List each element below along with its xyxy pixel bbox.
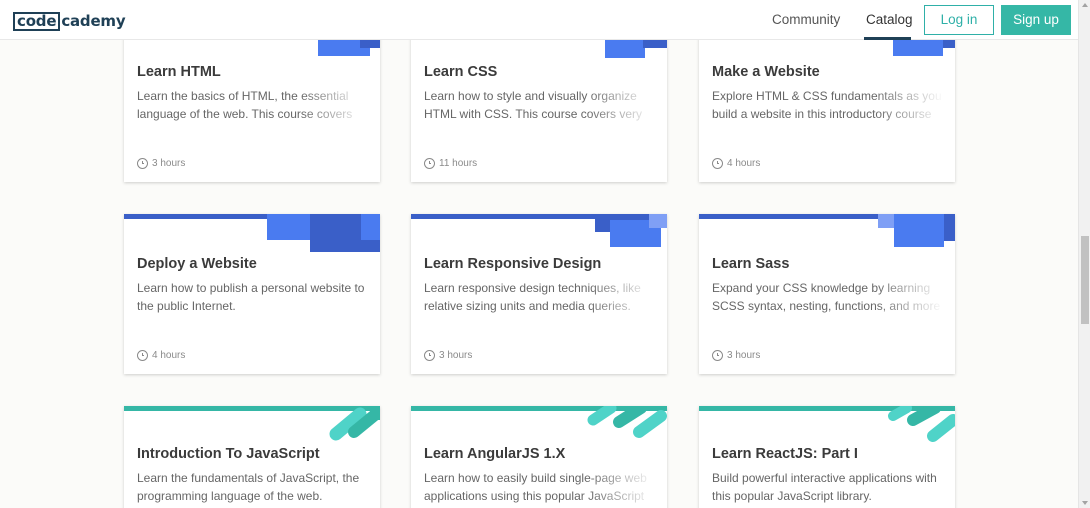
logo-rest-text: cademy <box>61 12 126 30</box>
logo-boxed-text: code <box>13 11 61 31</box>
course-card-learn-angularjs[interactable]: Learn AngularJS 1.X Learn how to easily … <box>411 406 667 508</box>
card-title: Make a Website <box>712 64 820 80</box>
card-header-graphic <box>124 214 380 252</box>
catalog-active-indicator <box>864 37 911 40</box>
nav-community-link[interactable]: Community <box>772 12 840 27</box>
card-title: Introduction To JavaScript <box>137 446 320 462</box>
card-header-graphic <box>411 214 667 247</box>
login-button[interactable]: Log in <box>924 5 994 35</box>
card-description: Expand your CSS knowledge by learning SC… <box>712 281 941 313</box>
signup-button[interactable]: Sign up <box>1001 5 1071 35</box>
course-card-learn-sass[interactable]: Learn Sass Expand your CSS knowledge by … <box>699 214 955 374</box>
duration-text: 4 hours <box>152 350 186 361</box>
clock-icon <box>712 158 723 169</box>
card-duration: 4 hours <box>137 350 185 361</box>
card-header-graphic <box>699 214 955 247</box>
card-title: Learn AngularJS 1.X <box>424 446 566 462</box>
scrollbar-thumb[interactable] <box>1081 236 1089 324</box>
scroll-down-arrow-icon[interactable] <box>1082 501 1088 505</box>
card-title: Learn HTML <box>137 64 221 80</box>
duration-text: 3 hours <box>727 350 761 361</box>
duration-text: 3 hours <box>152 158 186 169</box>
card-title: Deploy a Website <box>137 256 257 272</box>
course-card-learn-html[interactable]: Learn HTML Learn the basics of HTML, the… <box>124 20 380 182</box>
duration-text: 3 hours <box>439 350 473 361</box>
top-navbar: code cademy Community Catalog Log in Sign… <box>0 0 1078 40</box>
clock-icon <box>137 350 148 361</box>
clock-icon <box>424 158 435 169</box>
card-description: Learn responsive design techniques, like… <box>424 281 641 313</box>
card-description: Learn the basics of HTML, the essential … <box>137 89 353 121</box>
page-scrollbar[interactable] <box>1078 0 1090 508</box>
course-card-deploy-a-website[interactable]: Deploy a Website Learn how to publish a … <box>124 214 380 374</box>
card-duration: 3 hours <box>424 350 472 361</box>
card-title: Learn Sass <box>712 256 790 272</box>
card-duration: 3 hours <box>712 350 760 361</box>
card-title: Learn CSS <box>424 64 498 80</box>
card-duration: 3 hours <box>137 158 185 169</box>
clock-icon <box>712 350 723 361</box>
card-description: Learn how to easily build single-page we… <box>424 471 647 503</box>
clock-icon <box>137 158 148 169</box>
card-title: Learn Responsive Design <box>424 256 602 272</box>
course-card-learn-responsive-design[interactable]: Learn Responsive Design Learn responsive… <box>411 214 667 374</box>
course-card-learn-css[interactable]: Learn CSS Learn how to style and visuall… <box>411 20 667 182</box>
scroll-up-arrow-icon[interactable] <box>1082 3 1088 7</box>
card-duration: 11 hours <box>424 158 477 169</box>
codecademy-logo[interactable]: code cademy <box>13 11 126 31</box>
card-description: Learn the fundamentals of JavaScript, th… <box>137 471 360 503</box>
course-card-intro-to-javascript[interactable]: Introduction To JavaScript Learn the fun… <box>124 406 380 508</box>
card-description: Explore HTML & CSS fundamentals as you b… <box>712 89 942 121</box>
card-duration: 4 hours <box>712 158 760 169</box>
card-title: Learn ReactJS: Part I <box>712 446 858 462</box>
card-description: Learn how to style and visually organize… <box>424 89 643 121</box>
clock-icon <box>424 350 435 361</box>
course-card-learn-reactjs-part-1[interactable]: Learn ReactJS: Part I Build powerful int… <box>699 406 955 508</box>
card-description: Build powerful interactive applications … <box>712 471 937 503</box>
duration-text: 4 hours <box>727 158 761 169</box>
duration-text: 11 hours <box>439 158 478 169</box>
course-card-make-a-website[interactable]: Make a Website Explore HTML & CSS fundam… <box>699 20 955 182</box>
nav-catalog-link[interactable]: Catalog <box>866 12 913 27</box>
card-description: Learn how to publish a personal website … <box>137 281 365 313</box>
